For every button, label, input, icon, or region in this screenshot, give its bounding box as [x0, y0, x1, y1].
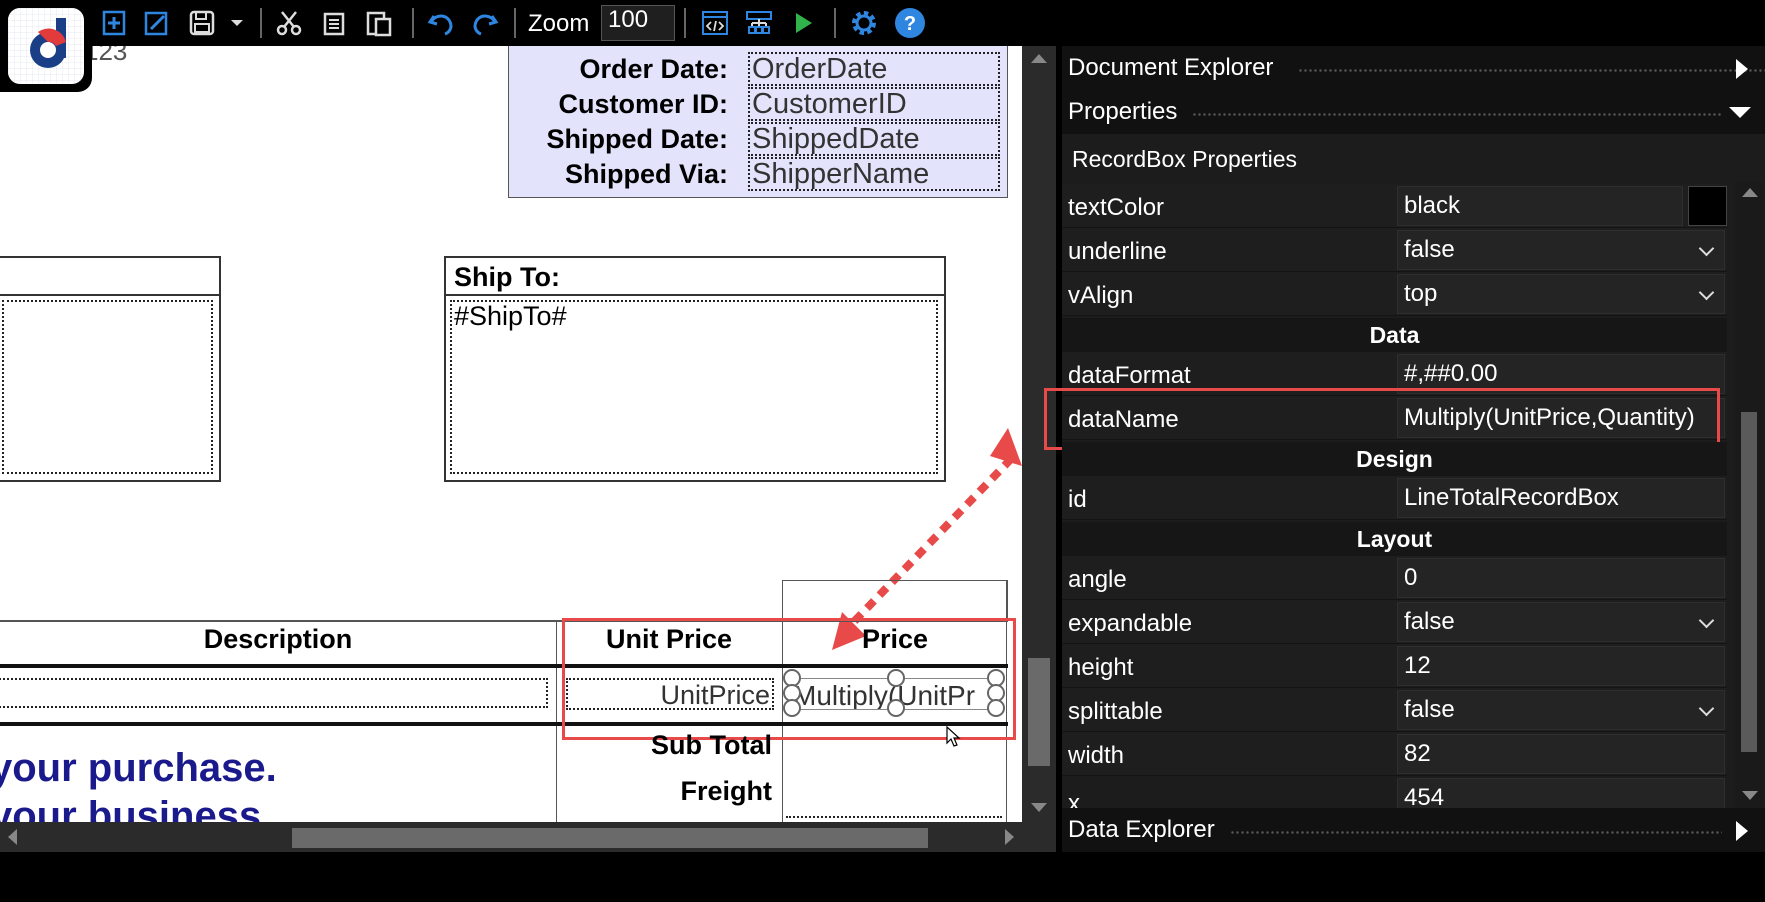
toolbar-separator: [684, 8, 686, 38]
underline-select[interactable]: false: [1397, 230, 1725, 270]
shipped-via-label: Shipped Via:: [564, 159, 728, 189]
scroll-up-icon[interactable]: [1030, 52, 1048, 64]
expandable-label: expandable: [1068, 610, 1193, 637]
properties-title: Properties: [1068, 98, 1178, 125]
layout-group-header: Layout: [1062, 522, 1727, 556]
shipped-date-label: Shipped Date:: [546, 124, 728, 154]
zoom-input[interactable]: 100: [601, 5, 675, 41]
recordbox-properties-title: RecordBox Properties: [1072, 146, 1297, 172]
data-group-header: Data: [1062, 318, 1727, 352]
thank-you-text-2: your business.: [0, 794, 273, 822]
textcolor-swatch[interactable]: [1688, 186, 1727, 226]
highlight-box-dataname: [1044, 388, 1720, 450]
angle-label: angle: [1068, 566, 1127, 593]
save-dropdown-icon[interactable]: [228, 6, 246, 40]
data-explorer-title: Data Explorer: [1068, 816, 1215, 843]
toolbar-separator: [514, 8, 516, 38]
scroll-left-icon[interactable]: [6, 828, 18, 846]
property-row-clipped: x 454: [1062, 776, 1727, 808]
scroll-up-icon[interactable]: [1741, 186, 1759, 198]
height-input[interactable]: 12: [1397, 646, 1725, 686]
thank-you-text-1: your purchase.: [0, 746, 277, 790]
sub-total-label: Sub Total: [651, 730, 772, 760]
underline-label: underline: [1068, 238, 1167, 265]
report-design-canvas[interactable]: 123 Order Date: OrderDate Customer ID: C…: [0, 46, 1022, 822]
customer-id-label: Customer ID:: [558, 89, 728, 119]
cut-icon[interactable]: [272, 6, 306, 40]
design-group-header: Design: [1062, 442, 1727, 476]
splittable-select[interactable]: false: [1397, 690, 1725, 730]
width-input[interactable]: 82: [1397, 734, 1725, 774]
properties-scrollbar[interactable]: [1735, 182, 1763, 808]
price-header-top: [782, 580, 1008, 620]
paste-icon[interactable]: [362, 6, 396, 40]
textcolor-label: textColor: [1068, 194, 1165, 221]
dataformat-label: dataFormat: [1068, 362, 1191, 389]
document-explorer-title: Document Explorer: [1068, 54, 1274, 81]
ship-to-header[interactable]: Ship To:: [444, 256, 946, 296]
textcolor-input[interactable]: black: [1397, 186, 1683, 226]
undo-icon[interactable]: [424, 6, 458, 40]
help-icon[interactable]: ?: [892, 6, 928, 40]
x-input[interactable]: 454: [1397, 778, 1725, 808]
customer-id-field[interactable]: CustomerID: [748, 87, 1000, 121]
properties-scroll-thumb[interactable]: [1741, 412, 1757, 752]
description-header[interactable]: Description: [0, 624, 556, 655]
horizontal-scroll-thumb[interactable]: [292, 828, 928, 848]
code-view-icon[interactable]: [698, 6, 732, 40]
app-logo: [0, 0, 92, 92]
id-input[interactable]: LineTotalRecordBox: [1397, 478, 1725, 518]
shipped-via-field[interactable]: ShipperName: [748, 157, 1000, 191]
divider-dots: [1230, 830, 1722, 834]
angle-input[interactable]: 0: [1397, 558, 1725, 598]
run-icon[interactable]: [786, 6, 820, 40]
ship-to-title: Ship To:: [454, 262, 560, 292]
layout-view-icon[interactable]: [742, 6, 776, 40]
order-date-field[interactable]: OrderDate: [748, 52, 1000, 86]
document-explorer-header[interactable]: Document Explorer: [1062, 46, 1765, 90]
shipped-date-field[interactable]: ShippedDate: [748, 122, 1000, 156]
description-field[interactable]: [0, 678, 548, 708]
width-label: width: [1068, 742, 1125, 769]
highlight-box-canvas: [562, 618, 1016, 740]
bill-to-box[interactable]: [0, 294, 221, 482]
scroll-down-icon[interactable]: [1030, 802, 1048, 814]
copy-icon[interactable]: [318, 6, 352, 40]
height-label: height: [1068, 654, 1134, 681]
toolbar: Zoom 100 ?: [0, 0, 1765, 46]
designer-window: Zoom 100 ? 123 Order Date: OrderDate Cus…: [0, 0, 1765, 902]
redo-icon[interactable]: [468, 6, 502, 40]
bill-to-field[interactable]: [2, 300, 213, 474]
toolbar-separator: [412, 8, 414, 38]
collapse-down-icon[interactable]: [1728, 106, 1752, 120]
new-icon[interactable]: [98, 6, 132, 40]
vertical-scroll-thumb[interactable]: [1028, 658, 1050, 766]
divider-dots: [1192, 112, 1722, 116]
mouse-cursor-icon: [946, 726, 961, 747]
splittable-label: splittable: [1068, 698, 1163, 725]
freight-label: Freight: [680, 776, 773, 806]
scroll-right-icon[interactable]: [1004, 828, 1016, 846]
toolbar-separator: [834, 8, 836, 38]
settings-gear-icon[interactable]: [846, 6, 882, 40]
edit-icon[interactable]: [140, 6, 174, 40]
valign-select[interactable]: top: [1397, 274, 1725, 314]
id-label: id: [1068, 486, 1087, 513]
scroll-down-icon[interactable]: [1741, 790, 1759, 802]
toolbar-separator: [260, 8, 262, 38]
canvas-horizontal-scrollbar[interactable]: [0, 822, 1056, 852]
properties-header[interactable]: Properties: [1062, 90, 1765, 134]
zoom-label: Zoom: [528, 10, 590, 37]
expand-right-icon[interactable]: [1734, 58, 1750, 80]
expandable-select[interactable]: false: [1397, 602, 1725, 642]
svg-text:?: ?: [904, 13, 916, 35]
x-label: x: [1068, 790, 1080, 808]
expand-right-icon[interactable]: [1734, 820, 1750, 842]
bill-to-header[interactable]: [0, 256, 221, 296]
data-explorer-header[interactable]: Data Explorer: [1062, 808, 1765, 852]
valign-label: vAlign: [1068, 282, 1134, 309]
divider-dots: [1298, 68, 1765, 72]
order-date-label: Order Date:: [579, 54, 728, 84]
save-icon[interactable]: [184, 6, 220, 40]
